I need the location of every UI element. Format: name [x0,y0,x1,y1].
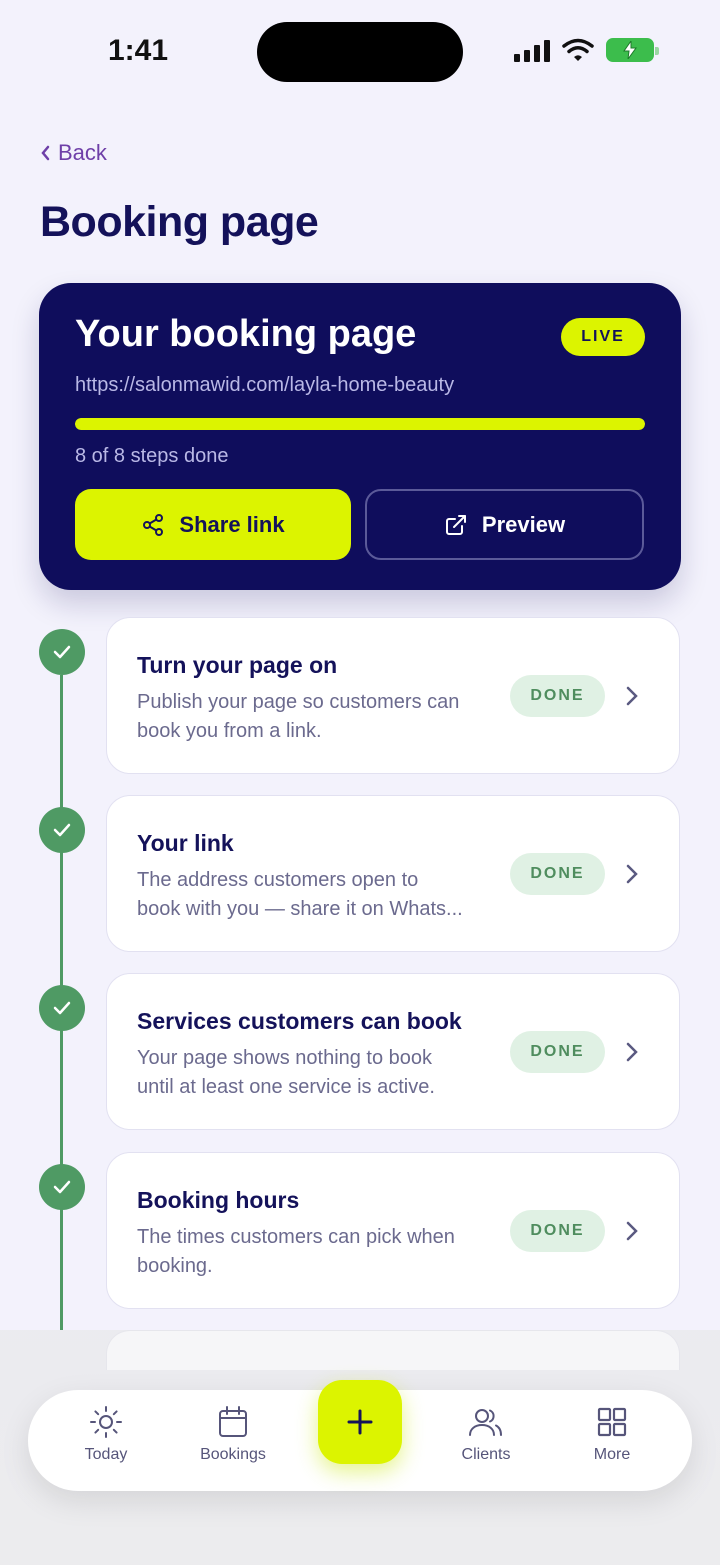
step-description-line: booking. [137,1255,213,1277]
add-button[interactable] [318,1380,402,1464]
step-title: Turn your page on [137,652,338,678]
step-card-turn-page-on[interactable]: Turn your page on Publish your page so c… [106,617,680,774]
steps-progress-text: 8 of 8 steps done [75,445,229,467]
back-label: Back [58,140,107,165]
preview-label: Preview [481,511,566,537]
step-description-line: Your page shows nothing to book [137,1047,433,1069]
tab-today[interactable]: Today [51,1404,161,1464]
step-description-line: The times customers can pick when [137,1226,455,1248]
step-card-peek [106,1330,680,1370]
step-description-line: book you from a link. [137,720,322,742]
step-title: Your link [137,830,234,856]
step-complete-icon [39,807,85,853]
chevron-left-icon [41,145,50,161]
tab-bookings-label: Bookings [200,1446,266,1463]
plus-icon [347,1409,373,1435]
sun-icon [90,1406,122,1438]
status-time: 1:41 [108,34,169,67]
external-link-icon [445,514,466,535]
step-description: The times customers can pick when bookin… [137,1223,507,1281]
battery-icon [606,38,659,62]
step-complete-icon [39,1164,85,1210]
card-title: Your booking page [75,313,417,355]
tab-more-label: More [593,1446,631,1463]
users-icon [469,1409,502,1436]
chevron-right-icon [626,686,638,706]
booking-url: https://salonmawid.com/layla-home-beauty [75,374,455,396]
progress-fill [75,418,645,430]
step-description-line: The address customers open to [137,869,419,891]
step-card-services[interactable]: Services customers can book Your page sh… [106,973,680,1130]
done-badge: DONE [510,853,605,895]
share-link-button[interactable]: Share link [75,489,351,560]
step-description-line: until at least one service is active. [137,1076,435,1098]
step-description: Your page shows nothing to book until at… [137,1044,507,1102]
calendar-icon [219,1406,247,1437]
booking-page-card: Your booking page LIVE https://salonmawi… [39,283,681,590]
done-badge: DONE [510,675,605,717]
step-description-line: Publish your page so customers can [137,691,460,713]
tab-clients-label: Clients [461,1446,511,1463]
step-complete-icon [39,985,85,1031]
step-title: Booking hours [137,1187,300,1213]
tab-more[interactable]: More [557,1404,667,1464]
chevron-right-icon [626,864,638,884]
status-badge: LIVE [561,318,645,356]
progress-bar [75,418,645,430]
page-title: Booking page [40,198,319,246]
step-title: Services customers can book [137,1008,462,1034]
done-badge: DONE [510,1210,605,1252]
preview-button[interactable]: Preview [365,489,644,560]
wifi-icon [562,38,594,61]
tab-clients[interactable]: Clients [431,1404,541,1464]
step-description: The address customers open to book with … [137,866,507,924]
step-description: Publish your page so customers can book … [137,688,507,746]
status-icons [514,38,659,62]
tab-bookings[interactable]: Bookings [178,1404,288,1464]
share-link-label: Share link [179,511,285,537]
step-card-your-link[interactable]: Your link The address customers open to … [106,795,680,952]
chevron-right-icon [626,1042,638,1062]
tab-today-label: Today [84,1446,128,1463]
grid-icon [597,1407,627,1437]
share-icon [143,513,164,536]
step-description-line: book with you — share it on Whats... [137,898,463,920]
dynamic-island [257,22,463,82]
back-button[interactable]: Back [40,140,107,166]
step-complete-icon [39,629,85,675]
chevron-right-icon [626,1221,638,1241]
done-badge: DONE [510,1031,605,1073]
step-card-booking-hours[interactable]: Booking hours The times customers can pi… [106,1152,680,1309]
cellular-signal-icon [514,38,550,62]
